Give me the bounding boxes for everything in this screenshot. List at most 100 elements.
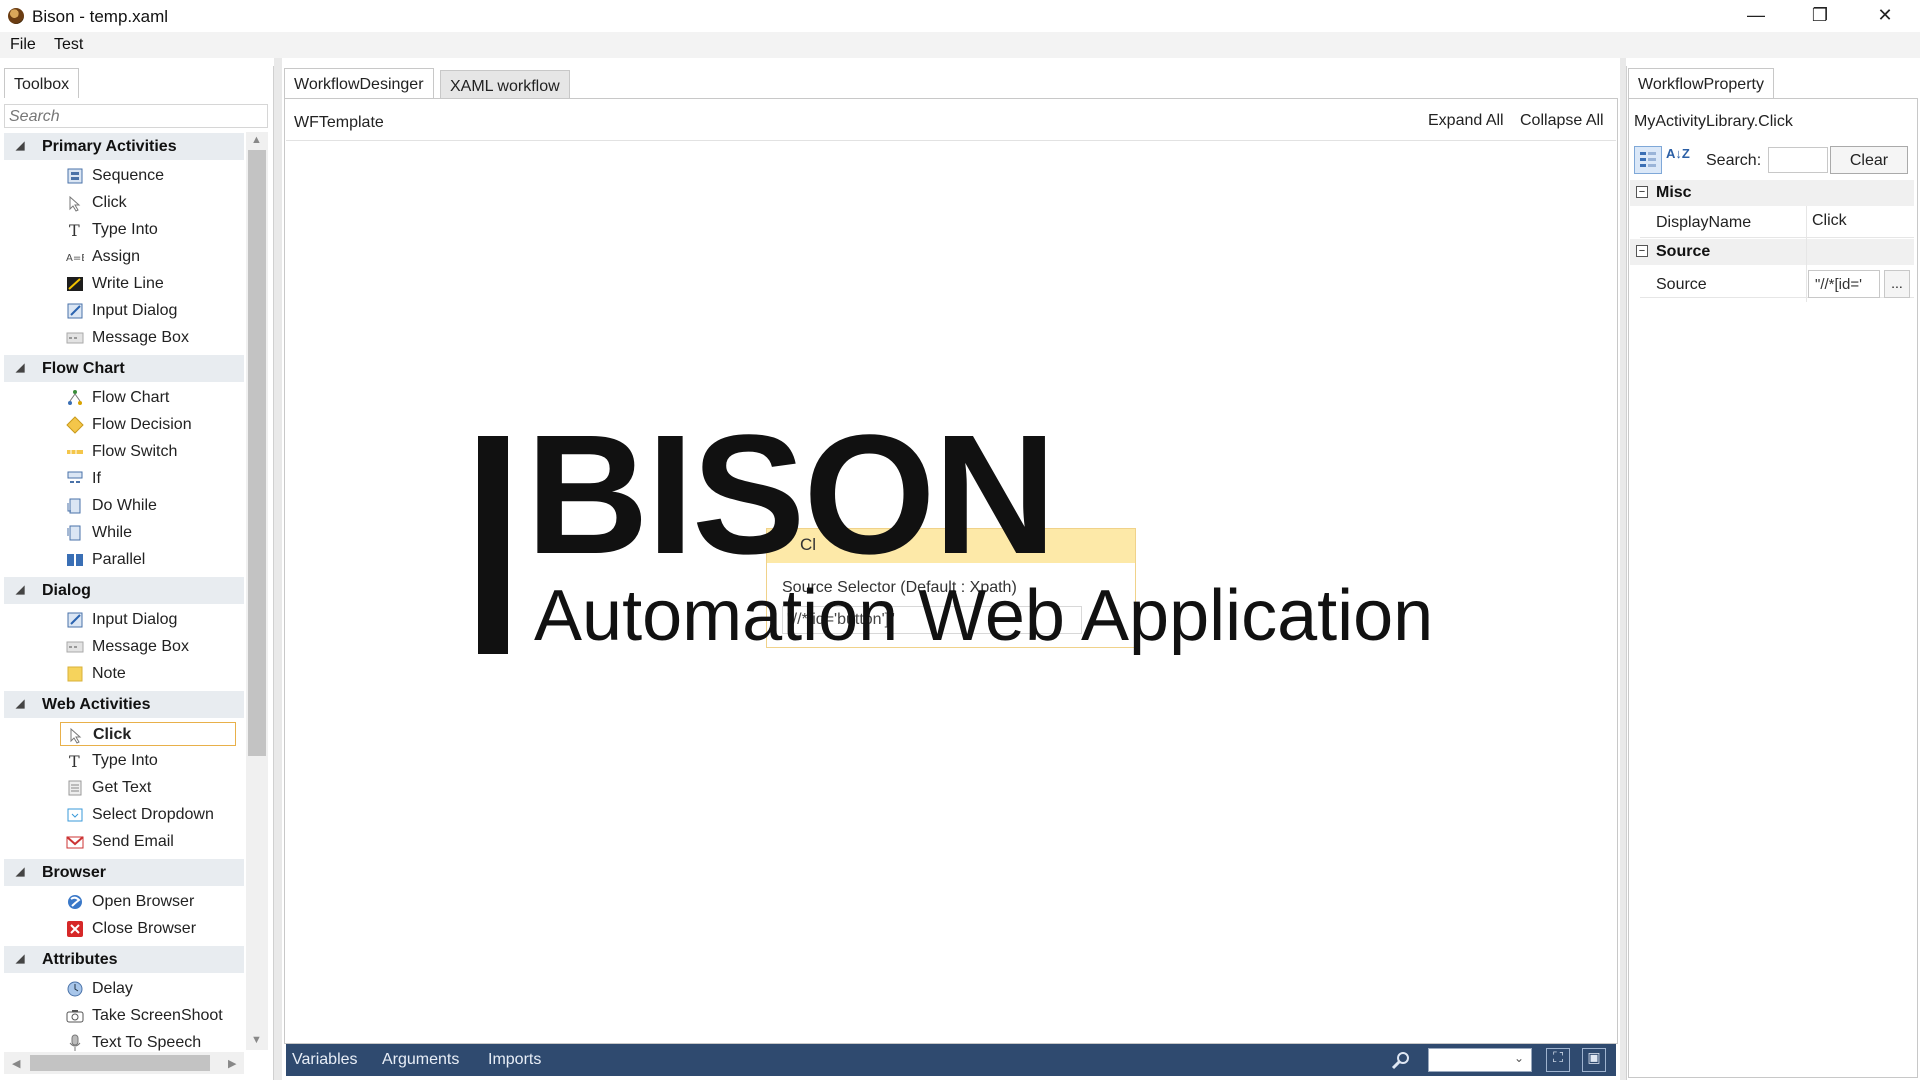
toolbox-item-message-box[interactable]: Message Box (60, 635, 236, 659)
toolbox-item-input-dialog[interactable]: Input Dialog (60, 299, 236, 323)
toolbox-item-take-screenshoot[interactable]: Take ScreenShoot (60, 1004, 236, 1028)
expand-arrow-icon[interactable]: ◢ (16, 139, 24, 152)
scroll-down-icon[interactable]: ▼ (251, 1034, 262, 1046)
toolbox-item-type-into[interactable]: T Type Into (60, 749, 236, 773)
right-splitter[interactable] (1620, 58, 1626, 1080)
restore-button[interactable]: ❐ (1790, 0, 1850, 30)
close-button[interactable]: ✕ (1855, 0, 1915, 30)
write-line-icon (66, 275, 84, 293)
overview-map-icon[interactable]: ▣ (1582, 1048, 1606, 1072)
toolbox-category-primary-activities[interactable]: ◢ Primary Activities (4, 133, 244, 160)
toolbox-item-sequence[interactable]: Sequence (60, 164, 236, 188)
message-box-icon (66, 638, 84, 656)
toolbox-item-select-dropdown[interactable]: Select Dropdown (60, 803, 236, 827)
expand-arrow-icon[interactable]: ◢ (16, 865, 24, 878)
arguments-tab[interactable]: Arguments (382, 1051, 459, 1069)
expand-arrow-icon[interactable]: ◢ (16, 697, 24, 710)
expand-arrow-icon[interactable]: ◢ (16, 952, 24, 965)
toolbox-category-flow-chart[interactable]: ◢ Flow Chart (4, 355, 244, 382)
category-label: Attributes (42, 951, 118, 968)
assign-icon: A=B (66, 248, 88, 266)
expand-all-link[interactable]: Expand All (1428, 112, 1504, 130)
collapse-all-link[interactable]: Collapse All (1520, 112, 1604, 130)
collapse-icon[interactable]: − (1636, 186, 1648, 198)
toolbox-item-delay[interactable]: Delay (60, 977, 236, 1001)
toolbox-item-send-email[interactable]: Send Email (60, 830, 236, 854)
toolbox-item-parallel[interactable]: Parallel (60, 548, 236, 572)
toolbox-item-message-box[interactable]: Message Box (60, 326, 236, 350)
title-bar (0, 0, 1920, 32)
tab-xaml-workflow[interactable]: XAML workflow (440, 70, 570, 98)
menu-file[interactable]: File (10, 36, 36, 54)
source-browse-button[interactable]: ... (1884, 270, 1910, 298)
toolbox-item-note[interactable]: Note (60, 662, 236, 686)
toolbox-item-write-line[interactable]: Write Line (60, 272, 236, 296)
minimize-button[interactable]: — (1726, 0, 1786, 30)
toolbox-item-get-text[interactable]: Get Text (60, 776, 236, 800)
toolbox-item-flow-decision[interactable]: Flow Decision (60, 413, 236, 437)
clear-button[interactable]: Clear (1830, 146, 1908, 174)
toolbox-item-close-browser[interactable]: Close Browser (60, 917, 236, 941)
toolbox-item-input-dialog[interactable]: Input Dialog (60, 608, 236, 632)
toolbox-search-input[interactable]: Search (4, 104, 268, 128)
toolbox-item-if[interactable]: If (60, 467, 236, 491)
menu-test[interactable]: Test (54, 36, 83, 54)
category-label: Dialog (42, 582, 91, 599)
toolbox-item-label: Sequence (92, 167, 165, 184)
toolbox-item-assign[interactable]: A=B Assign (60, 245, 236, 269)
toolbox-item-text-to-speech[interactable]: Text To Speech (60, 1031, 236, 1052)
source-property-input[interactable]: "//*[id=' (1808, 270, 1880, 298)
tab-toolbox[interactable]: Toolbox (4, 68, 80, 98)
toolbox-item-flow-switch[interactable]: Flow Switch (60, 440, 236, 464)
designer-header-divider (286, 140, 1616, 141)
toolbox-category-dialog[interactable]: ◢ Dialog (4, 577, 244, 604)
flow-switch-icon (66, 443, 84, 461)
scroll-up-icon[interactable]: ▲ (251, 134, 262, 146)
expand-arrow-icon[interactable]: ◢ (16, 361, 24, 374)
property-category-misc[interactable]: − Misc (1630, 180, 1914, 206)
toolbox-item-flow-chart[interactable]: Flow Chart (60, 386, 236, 410)
alphabetical-sort-button[interactable]: A↓Z (1666, 146, 1694, 174)
collapse-icon[interactable]: − (1636, 245, 1648, 257)
chevron-down-icon[interactable]: ⌄ (1514, 1051, 1524, 1065)
toolbox-item-click[interactable]: Click (60, 722, 236, 746)
property-category-source[interactable]: − Source (1630, 239, 1914, 265)
toolbox-item-label: Get Text (92, 779, 152, 796)
toolbox-vertical-scroll-thumb[interactable] (248, 150, 266, 756)
while-icon (66, 524, 84, 542)
displayname-property-value[interactable]: Click (1812, 212, 1847, 230)
toolbox-item-label: Open Browser (92, 893, 195, 910)
fit-to-screen-icon[interactable]: ⛶ (1546, 1048, 1570, 1072)
categorized-view-button[interactable] (1634, 146, 1662, 174)
category-label: Misc (1656, 184, 1692, 201)
toolbox-item-type-into[interactable]: T Type Into (60, 218, 236, 242)
property-search-input[interactable] (1768, 147, 1828, 173)
toolbox-item-do-while[interactable]: Do While (60, 494, 236, 518)
toolbox-category-web-activities[interactable]: ◢ Web Activities (4, 691, 244, 718)
scroll-left-icon[interactable]: ◀ (12, 1057, 20, 1070)
toolbox-item-label: Send Email (92, 833, 174, 850)
toolbox-item-click[interactable]: Click (60, 191, 236, 215)
type-into-icon: T (66, 221, 84, 240)
toolbox-item-open-browser[interactable]: Open Browser (60, 890, 236, 914)
tab-workflow-property[interactable]: WorkflowProperty (1628, 68, 1774, 98)
toolbox-category-browser[interactable]: ◢ Browser (4, 859, 244, 886)
get-text-icon (66, 779, 84, 797)
zoom-search-icon[interactable] (1390, 1050, 1412, 1072)
scroll-right-icon[interactable]: ▶ (228, 1057, 236, 1070)
left-splitter[interactable] (274, 58, 282, 1080)
svg-text:A=B: A=B (66, 253, 84, 264)
variables-tab[interactable]: Variables (292, 1051, 358, 1069)
toolbox-list: ◢ Primary Activities Sequence Click T Type In… (4, 132, 244, 1052)
close-browser-icon (66, 920, 84, 938)
property-search-label: Search: (1706, 152, 1762, 169)
toolbox-item-label: Input Dialog (92, 611, 178, 628)
toolbox-item-while[interactable]: While (60, 521, 236, 545)
expand-arrow-icon[interactable]: ◢ (16, 583, 24, 596)
toolbox-category-attributes[interactable]: ◢ Attributes (4, 946, 244, 973)
toolbox-horizontal-scroll-thumb[interactable] (30, 1055, 210, 1071)
imports-tab[interactable]: Imports (488, 1051, 541, 1069)
tab-workflow-designer[interactable]: WorkflowDesinger (284, 68, 434, 98)
category-label: Flow Chart (42, 360, 125, 377)
toolbox-item-label: While (92, 524, 133, 541)
